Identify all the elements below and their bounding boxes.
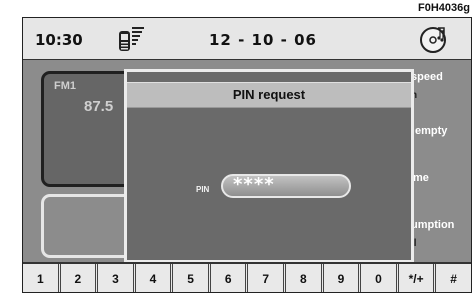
key-1[interactable]: 1 — [23, 264, 61, 292]
display-screen: 10:30 12 - 10 - 06 FM1 87.5 speed n empt… — [22, 17, 472, 293]
key-hash[interactable]: # — [436, 264, 471, 292]
label-speed: speed — [411, 71, 443, 83]
dialog-title: PIN request — [127, 82, 411, 108]
label-empty: empty — [415, 125, 448, 137]
pin-input[interactable]: **** — [221, 174, 351, 198]
key-6[interactable]: 6 — [210, 264, 249, 292]
clock-time: 10:30 — [35, 31, 83, 49]
key-5[interactable]: 5 — [173, 264, 211, 292]
date-display: 12 - 10 - 06 — [209, 31, 317, 49]
key-7[interactable]: 7 — [248, 264, 287, 292]
cd-disc-icon — [420, 27, 446, 53]
figure-code: F0H4036g — [418, 2, 470, 14]
key-0[interactable]: 0 — [361, 264, 399, 292]
mobile-phone-signal-icon — [119, 27, 144, 51]
key-9[interactable]: 9 — [323, 264, 362, 292]
radio-band: FM1 — [54, 80, 76, 92]
pin-label: PIN — [196, 185, 210, 194]
key-8[interactable]: 8 — [286, 264, 324, 292]
key-4[interactable]: 4 — [135, 264, 174, 292]
radio-frequency: 87.5 — [84, 98, 114, 115]
key-2[interactable]: 2 — [60, 264, 99, 292]
key-star-plus[interactable]: */+ — [398, 264, 437, 292]
label-time: me — [413, 172, 429, 184]
main-content: FM1 87.5 speed n empty me umption /l PIN… — [23, 60, 471, 263]
key-3[interactable]: 3 — [98, 264, 136, 292]
label-consumption: umption — [411, 219, 455, 231]
trip-info-labels: speed n empty me umption /l — [407, 60, 471, 262]
numeric-keypad: 1 2 3 4 5 6 7 8 9 0 */+ # — [23, 262, 471, 292]
status-bar: 10:30 12 - 10 - 06 — [23, 18, 471, 60]
pin-request-dialog: PIN request PIN **** — [124, 69, 414, 263]
